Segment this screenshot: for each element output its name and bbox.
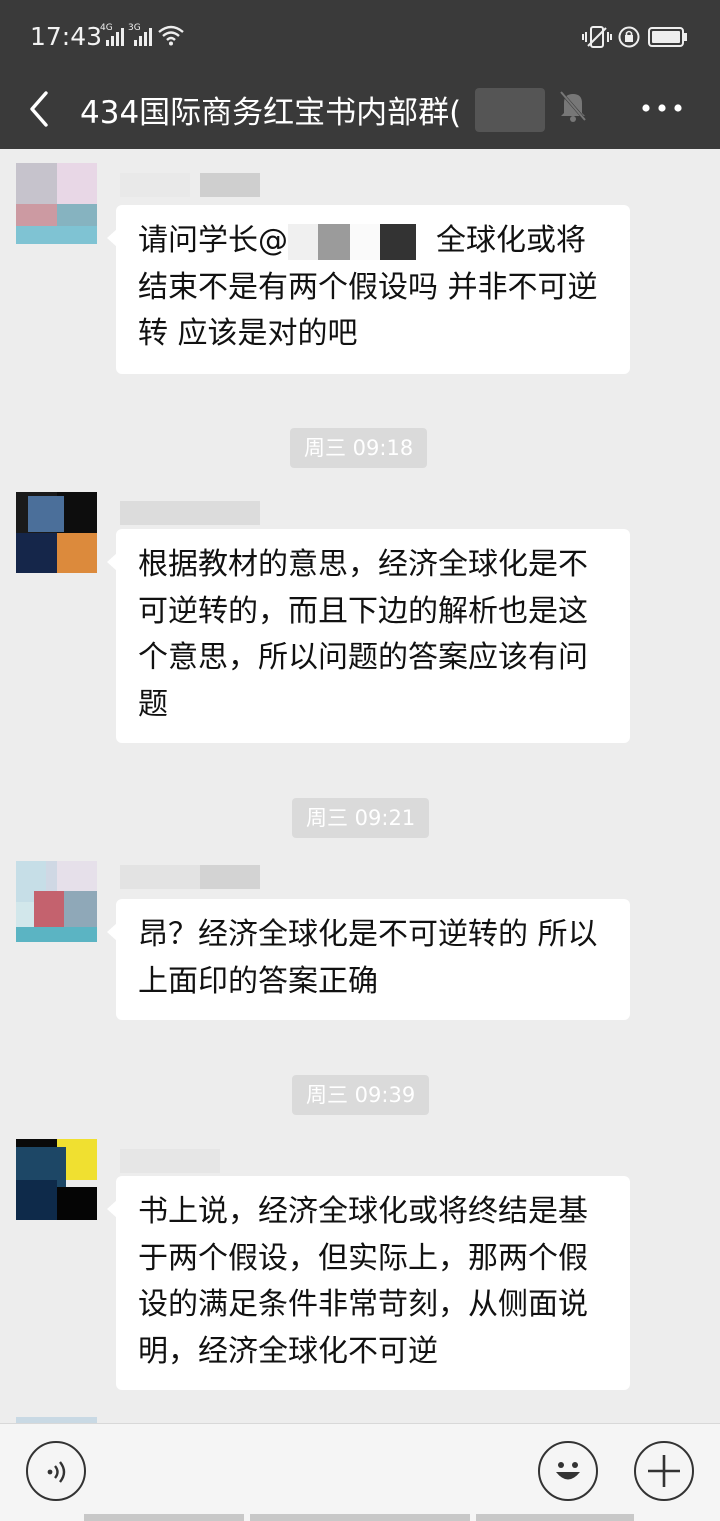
avatar[interactable]	[16, 1139, 97, 1220]
redacted-mention	[288, 223, 318, 260]
message-bubble[interactable]: 书上说，经济全球化或将终结是基于两个假设，但实际上，那两个假设的满足条件非常苛刻…	[107, 1176, 630, 1390]
emoji-button[interactable]	[538, 1441, 598, 1501]
chat-messages[interactable]: 请问学长@ 全球化或将结束不是有两个假设吗 并非不可逆转 应该是对的吧 周三 09…	[0, 149, 720, 1423]
sender-name-redacted	[120, 863, 280, 889]
avatar[interactable]	[16, 861, 97, 942]
redacted-mention	[380, 223, 416, 260]
vibrate-icon	[582, 26, 612, 48]
back-arrow-icon[interactable]	[26, 89, 54, 129]
redacted-mention	[318, 223, 350, 260]
avatar[interactable]	[16, 492, 97, 573]
sender-name-redacted	[120, 499, 280, 525]
rotation-lock-icon	[618, 26, 640, 48]
status-bar: 17:43 4G 3G	[0, 0, 720, 72]
plus-icon	[648, 1455, 680, 1487]
message-bubble[interactable]: 昂？经济全球化是不可逆转的 所以上面印的答案正确	[107, 899, 630, 1020]
timestamp: 周三 09:18	[290, 428, 428, 468]
timestamp: 周三 09:39	[292, 1075, 430, 1115]
chat-title: 434国际商务红宝书内部群(	[80, 95, 462, 131]
voice-button[interactable]	[26, 1441, 86, 1501]
sender-name-redacted	[120, 1147, 280, 1173]
battery-icon	[648, 27, 687, 47]
message-bubble[interactable]: 根据教材的意思，经济全球化是不可逆转的，而且下边的解析也是这个意思，所以问题的答…	[107, 529, 630, 743]
timestamp: 周三 09:21	[292, 798, 430, 838]
input-bar	[0, 1423, 720, 1521]
emoji-icon	[556, 1462, 580, 1480]
wifi-icon	[158, 25, 184, 46]
plus-button[interactable]	[634, 1441, 694, 1501]
sender-name-redacted	[120, 171, 280, 197]
redacted-title-part	[475, 88, 545, 132]
redacted-mention	[350, 223, 380, 260]
message-bubble[interactable]: 请问学长@ 全球化或将结束不是有两个假设吗 并非不可逆转 应该是对的吧	[107, 205, 630, 374]
more-icon[interactable]	[640, 102, 684, 114]
clock: 17:43	[30, 22, 103, 51]
chat-header: 434国际商务红宝书内部群(	[0, 72, 720, 149]
voice-icon	[47, 1461, 66, 1483]
mute-bell-icon	[558, 90, 588, 122]
avatar[interactable]	[16, 163, 97, 244]
